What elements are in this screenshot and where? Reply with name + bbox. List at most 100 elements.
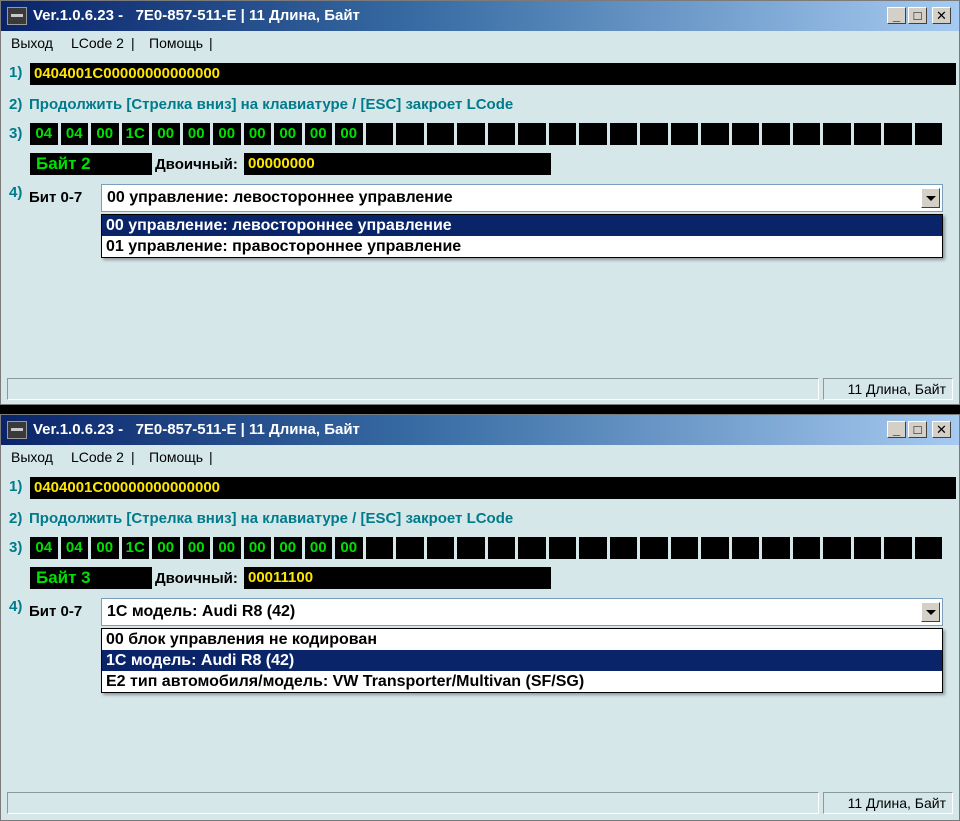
combo-dropdown-list: 00 управление: левостороннее управление … — [101, 214, 943, 258]
hex-byte-cell[interactable]: 04 — [60, 123, 88, 145]
hex-byte-cell[interactable] — [884, 537, 912, 559]
app-icon[interactable] — [7, 7, 27, 25]
dropdown-option[interactable]: 1C модель: Audi R8 (42) — [102, 650, 942, 671]
dropdown-option[interactable]: 00 управление: левостороннее управление — [102, 215, 942, 236]
hex-byte-cell[interactable] — [396, 537, 424, 559]
hex-byte-cell[interactable]: 00 — [213, 537, 241, 559]
combo-dropdown-list: 00 блок управления не кодирован 1C модел… — [101, 628, 943, 693]
hex-byte-cell[interactable]: 00 — [243, 537, 271, 559]
hex-byte-cell[interactable] — [640, 537, 668, 559]
hex-byte-cell[interactable] — [487, 123, 515, 145]
hex-byte-cell[interactable] — [670, 537, 698, 559]
minimize-button[interactable]: _ — [887, 7, 906, 24]
hex-byte-cell[interactable]: 00 — [335, 537, 363, 559]
hex-byte-cell[interactable] — [731, 123, 759, 145]
menu-help[interactable]: Помощь — [149, 35, 203, 51]
hex-byte-cell[interactable] — [487, 537, 515, 559]
hex-byte-cell[interactable]: 00 — [274, 537, 302, 559]
hex-byte-cell[interactable] — [609, 123, 637, 145]
hex-byte-cell[interactable] — [518, 123, 546, 145]
title-bar[interactable]: Ver.1.0.6.23 - 7E0-857-511-E | 11 Длина,… — [1, 415, 959, 445]
status-panel-right: 11 Длина, Байт — [823, 378, 953, 400]
hex-byte-cell[interactable] — [914, 537, 942, 559]
hex-byte-cell[interactable]: 00 — [304, 537, 332, 559]
coding-string-field[interactable]: 0404001C00000000000000 — [30, 477, 956, 499]
hex-byte-cell[interactable] — [701, 537, 729, 559]
hex-byte-cell[interactable]: 04 — [60, 537, 88, 559]
hex-byte-cell[interactable] — [365, 537, 393, 559]
maximize-button[interactable]: □ — [908, 421, 927, 438]
menu-lcode[interactable]: LCode 2 — [71, 449, 124, 465]
hex-byte-cell[interactable] — [884, 123, 912, 145]
hex-byte-cell[interactable]: 1C — [121, 123, 149, 145]
hex-byte-cell[interactable] — [853, 123, 881, 145]
bit-combo-box[interactable]: 00 управление: левостороннее управление — [101, 184, 943, 212]
hex-byte-cell[interactable] — [457, 537, 485, 559]
instruction-text: Продолжить [Стрелка вниз] на клавиатуре … — [29, 510, 514, 527]
close-button[interactable]: ✕ — [932, 7, 951, 24]
hex-byte-cell[interactable]: 00 — [335, 123, 363, 145]
bit-combo-box[interactable]: 1C модель: Audi R8 (42) — [101, 598, 943, 626]
hex-byte-cell[interactable]: 00 — [182, 123, 210, 145]
hex-byte-cell[interactable]: 00 — [274, 123, 302, 145]
close-button[interactable]: ✕ — [932, 421, 951, 438]
hex-byte-cell[interactable]: 00 — [91, 537, 119, 559]
menu-bar: Выход LCode 2 | Помощь | — [1, 446, 959, 468]
hex-byte-cell[interactable]: 00 — [91, 123, 119, 145]
minimize-button[interactable]: _ — [887, 421, 906, 438]
hex-byte-cell[interactable] — [609, 537, 637, 559]
chevron-down-icon[interactable] — [921, 188, 940, 208]
lcode-window-1: Ver.1.0.6.23 - 7E0-857-511-E | 11 Длина,… — [0, 0, 960, 405]
hex-byte-cell[interactable]: 00 — [152, 537, 180, 559]
hex-byte-cell[interactable] — [640, 123, 668, 145]
dropdown-option[interactable]: E2 тип автомобиля/модель: VW Transporter… — [102, 671, 942, 692]
maximize-button[interactable]: □ — [908, 7, 927, 24]
hex-byte-cell[interactable] — [853, 537, 881, 559]
dropdown-option[interactable]: 00 блок управления не кодирован — [102, 629, 942, 650]
hex-byte-cell[interactable]: 04 — [30, 123, 58, 145]
hex-byte-cell[interactable] — [792, 537, 820, 559]
dropdown-option[interactable]: 01 управление: правостороннее управление — [102, 236, 942, 257]
hex-byte-cell[interactable] — [731, 537, 759, 559]
byte-index-label: Байт 2 — [30, 153, 152, 175]
hex-byte-cell[interactable] — [762, 123, 790, 145]
hex-byte-cell[interactable] — [823, 123, 851, 145]
coding-string-field[interactable]: 0404001C00000000000000 — [30, 63, 956, 85]
hex-byte-cell[interactable]: 04 — [30, 537, 58, 559]
hex-byte-cell[interactable]: 00 — [243, 123, 271, 145]
hex-byte-cell[interactable] — [762, 537, 790, 559]
row-label-2: 2) — [9, 510, 23, 527]
hex-byte-cell[interactable] — [579, 123, 607, 145]
hex-byte-cell[interactable] — [823, 537, 851, 559]
hex-byte-cell[interactable]: 00 — [152, 123, 180, 145]
hex-byte-cell[interactable] — [548, 123, 576, 145]
hex-byte-cell[interactable]: 00 — [182, 537, 210, 559]
hex-byte-cell[interactable] — [396, 123, 424, 145]
title-bar[interactable]: Ver.1.0.6.23 - 7E0-857-511-E | 11 Длина,… — [1, 1, 959, 31]
hex-byte-cell[interactable]: 00 — [213, 123, 241, 145]
menu-exit[interactable]: Выход — [11, 449, 53, 465]
row-label-2: 2) — [9, 96, 23, 113]
hex-byte-cell[interactable] — [518, 537, 546, 559]
binary-value-field[interactable]: 00011100 — [244, 567, 551, 589]
hex-byte-cell[interactable] — [670, 123, 698, 145]
hex-byte-cell[interactable] — [701, 123, 729, 145]
hex-byte-cell[interactable] — [548, 537, 576, 559]
chevron-down-icon[interactable] — [921, 602, 940, 622]
hex-byte-cell[interactable] — [426, 537, 454, 559]
hex-byte-cell[interactable] — [914, 123, 942, 145]
hex-byte-cell[interactable] — [792, 123, 820, 145]
hex-byte-cell[interactable]: 00 — [304, 123, 332, 145]
hex-byte-cell[interactable] — [457, 123, 485, 145]
hex-byte-cell[interactable] — [579, 537, 607, 559]
binary-value-field[interactable]: 00000000 — [244, 153, 551, 175]
hex-byte-cell[interactable]: 1C — [121, 537, 149, 559]
hex-byte-cell[interactable] — [426, 123, 454, 145]
hex-byte-cell[interactable] — [365, 123, 393, 145]
row-label-4: 4) — [9, 184, 23, 201]
menu-lcode[interactable]: LCode 2 — [71, 35, 124, 51]
app-icon[interactable] — [7, 421, 27, 439]
window-title: Ver.1.0.6.23 - 7E0-857-511-E | 11 Длина,… — [33, 7, 360, 24]
menu-exit[interactable]: Выход — [11, 35, 53, 51]
menu-help[interactable]: Помощь — [149, 449, 203, 465]
